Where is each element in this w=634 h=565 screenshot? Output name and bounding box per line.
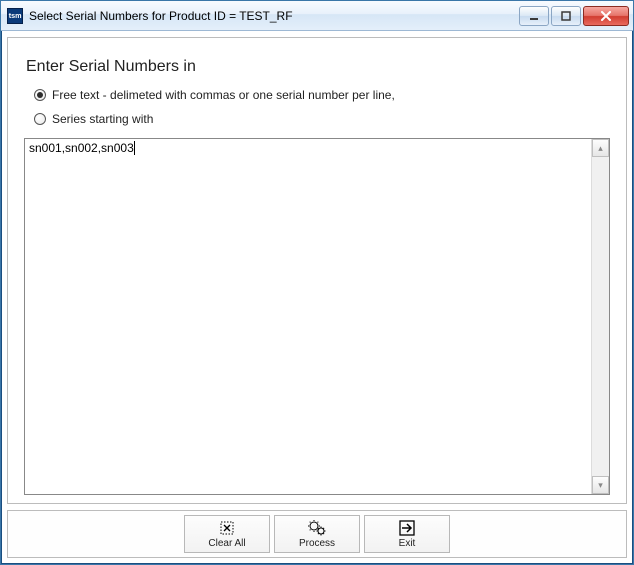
chevron-down-icon: ▾ [598,480,603,491]
exit-icon [398,518,416,538]
radio-series-input[interactable] [34,113,46,125]
close-icon [599,11,613,21]
scroll-down-button[interactable]: ▾ [592,476,609,494]
process-icon [307,518,327,538]
titlebar[interactable]: tsm Select Serial Numbers for Product ID… [1,1,633,31]
radio-series[interactable]: Series starting with [34,112,612,126]
textarea-scrollbar[interactable]: ▴ ▾ [591,139,609,494]
chevron-up-icon: ▴ [598,143,603,154]
window: tsm Select Serial Numbers for Product ID… [0,0,634,565]
text-caret [134,141,135,155]
maximize-button[interactable] [551,6,581,26]
exit-button[interactable]: Exit [364,515,450,553]
bottom-toolbar: Clear All Process [7,510,627,558]
radio-free-text-label: Free text - delimeted with commas or one… [52,88,395,102]
process-button[interactable]: Process [274,515,360,553]
window-controls [519,6,631,26]
close-button[interactable] [583,6,629,26]
process-label: Process [299,538,335,550]
maximize-icon [560,10,572,22]
radio-series-label: Series starting with [52,112,153,126]
serial-textarea-value: sn001,sn002,sn003 [29,141,134,155]
window-title: Select Serial Numbers for Product ID = T… [29,9,293,23]
minimize-button[interactable] [519,6,549,26]
clear-all-label: Clear All [208,538,245,550]
minimize-icon [528,10,540,22]
radio-free-text-input[interactable] [34,89,46,101]
scroll-up-button[interactable]: ▴ [592,139,609,157]
exit-label: Exit [399,538,416,550]
app-icon: tsm [7,8,23,24]
page-heading: Enter Serial Numbers in [26,58,612,76]
radio-free-text[interactable]: Free text - delimeted with commas or one… [34,88,612,102]
serial-textarea-wrap: sn001,sn002,sn003 ▴ ▾ [24,138,610,495]
client-area: Enter Serial Numbers in Free text - deli… [7,37,627,504]
clear-all-icon [218,518,236,538]
app-icon-text: tsm [9,11,22,19]
serial-textarea[interactable]: sn001,sn002,sn003 [25,139,591,494]
clear-all-button[interactable]: Clear All [184,515,270,553]
